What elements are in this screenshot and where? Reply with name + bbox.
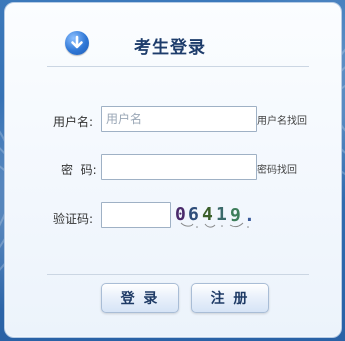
login-button[interactable]: 登 录 xyxy=(101,283,179,313)
username-label: 用户名: xyxy=(53,115,94,129)
captcha-digit-9: 9 xyxy=(230,205,241,226)
password-recover-link[interactable]: 密码找回 xyxy=(257,161,297,176)
captcha-digit-4: 4 xyxy=(202,204,213,225)
login-panel: 考生登录 用户名: 用户名找回 密 码: 密码找回 验证码: 0 6 4 1 9… xyxy=(4,2,342,338)
captcha-dot: . xyxy=(244,205,255,226)
top-divider xyxy=(47,66,309,67)
arrow-down-circle-icon xyxy=(65,31,89,55)
register-button[interactable]: 注 册 xyxy=(191,283,269,313)
bottom-divider xyxy=(47,274,309,275)
password-input[interactable] xyxy=(101,154,257,180)
captcha-image[interactable]: 0 6 4 1 9 . xyxy=(175,201,263,231)
username-input[interactable] xyxy=(101,106,257,132)
captcha-digit-1: 1 xyxy=(216,204,227,225)
captcha-label: 验证码: xyxy=(53,212,94,226)
password-label: 密 码: xyxy=(61,163,97,177)
captcha-digit-0: 0 xyxy=(175,204,186,225)
page-title: 考生登录 xyxy=(134,38,206,58)
username-recover-link[interactable]: 用户名找回 xyxy=(257,112,307,127)
captcha-digit-6: 6 xyxy=(188,204,199,225)
captcha-input[interactable] xyxy=(101,202,171,228)
